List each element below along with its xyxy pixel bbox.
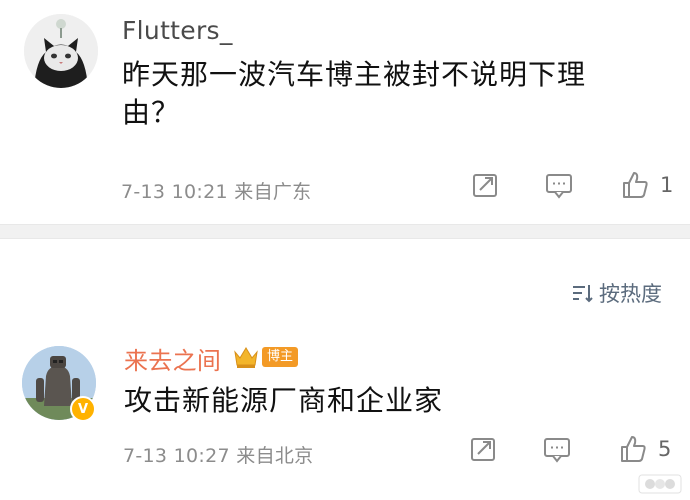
comment-icon[interactable] — [542, 434, 572, 464]
sort-label: 按热度 — [599, 282, 662, 306]
username[interactable]: 来去之间 — [124, 341, 221, 376]
comment-meta: 7-13 10:27 来自北京 — [123, 441, 313, 468]
cat-avatar-image — [24, 14, 98, 88]
share-icon[interactable] — [468, 434, 498, 464]
user-badges: 博主 — [232, 344, 299, 370]
comment-text: 攻击新能源厂商和企业家 — [124, 384, 444, 417]
username[interactable]: Flutters_ — [122, 16, 233, 45]
comment-location: 来自北京 — [236, 445, 314, 467]
comment-time: 7-13 10:27 — [123, 445, 230, 467]
sort-by-hot-button[interactable]: 按热度 — [571, 278, 662, 308]
crown-icon — [234, 347, 258, 368]
share-icon[interactable] — [470, 170, 500, 200]
blogger-badge: 博主 — [262, 347, 299, 367]
like-icon[interactable] — [618, 434, 648, 464]
section-divider — [0, 224, 690, 239]
like-count: 5 — [658, 437, 672, 461]
like-count: 1 — [660, 173, 674, 197]
comment-actions: 1 — [470, 170, 673, 200]
watermark-logo-icon — [638, 474, 682, 494]
avatar[interactable] — [24, 14, 98, 88]
comment-location: 来自广东 — [234, 181, 312, 203]
verified-badge-icon: V — [70, 396, 96, 422]
sort-icon — [573, 285, 593, 303]
comment-meta: 7-13 10:21 来自广东 — [121, 177, 311, 204]
comment-time: 7-13 10:21 — [121, 181, 228, 203]
like-icon[interactable] — [620, 170, 650, 200]
comment-icon[interactable] — [544, 170, 574, 200]
comment-text: 昨天那一波汽车博主被封不说明下理由？ — [122, 58, 587, 129]
comment-actions: 5 — [468, 434, 671, 464]
